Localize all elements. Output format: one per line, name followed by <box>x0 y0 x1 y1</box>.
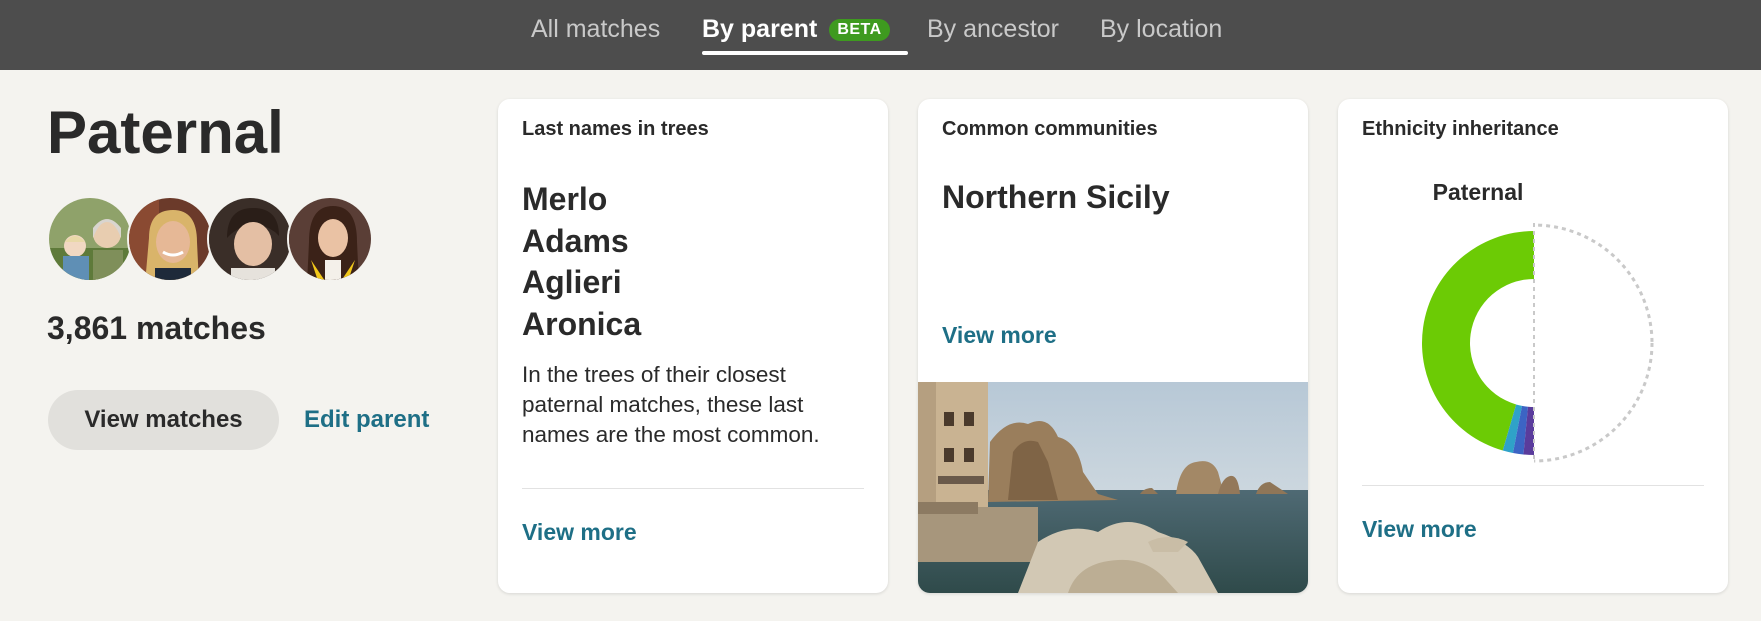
card-title: Ethnicity inheritance <box>1362 118 1559 140</box>
view-more-link[interactable]: View more <box>1362 516 1477 543</box>
surname-item: Aronica <box>522 305 642 342</box>
top-navigation: All matches By parent BETA By ancestor By… <box>0 0 1761 70</box>
avatar[interactable] <box>47 196 133 282</box>
ethnicity-donut-chart[interactable] <box>1410 223 1658 463</box>
view-matches-button[interactable]: View matches <box>48 390 279 450</box>
common-communities-card: Common communities Northern Sicily View … <box>918 99 1308 593</box>
card-divider <box>1362 485 1704 486</box>
last-names-description: In the trees of their closest paternal m… <box>522 362 820 447</box>
view-more-link[interactable]: View more <box>522 519 637 546</box>
community-photo <box>918 382 1308 593</box>
tab-by-location[interactable]: By location <box>1100 14 1222 44</box>
view-more-link[interactable]: View more <box>942 322 1057 349</box>
surname-item: Adams <box>522 222 629 259</box>
surname-item: Merlo <box>522 181 608 217</box>
avatar[interactable] <box>127 196 213 282</box>
edit-parent-link[interactable]: Edit parent <box>304 406 429 434</box>
avatar[interactable] <box>207 196 293 282</box>
ethnicity-inheritance-card: Ethnicity inheritance Paternal View more <box>1338 99 1728 593</box>
beta-badge: BETA <box>829 19 890 41</box>
tab-by-ancestor[interactable]: By ancestor <box>927 14 1059 44</box>
last-names-card: Last names in trees Merlo Adams Aglieri … <box>498 99 888 593</box>
active-tab-indicator <box>702 51 908 55</box>
match-count: 3,861 matches <box>47 310 266 346</box>
card-title: Last names in trees <box>522 118 709 140</box>
community-name: Northern Sicily <box>942 179 1170 215</box>
ethnicity-chart-label: Paternal <box>1432 179 1524 205</box>
tab-by-parent-label: By parent <box>702 15 818 43</box>
card-divider <box>522 488 864 489</box>
card-title: Common communities <box>942 118 1158 140</box>
avatar[interactable] <box>287 196 373 282</box>
page-title: Paternal <box>47 99 284 166</box>
surname-item: Aglieri <box>522 264 622 300</box>
surname-list: Merlo Adams Aglieri Aronica <box>522 179 641 345</box>
tab-all-matches[interactable]: All matches <box>531 14 660 44</box>
tab-by-parent[interactable]: By parent BETA <box>702 14 890 44</box>
